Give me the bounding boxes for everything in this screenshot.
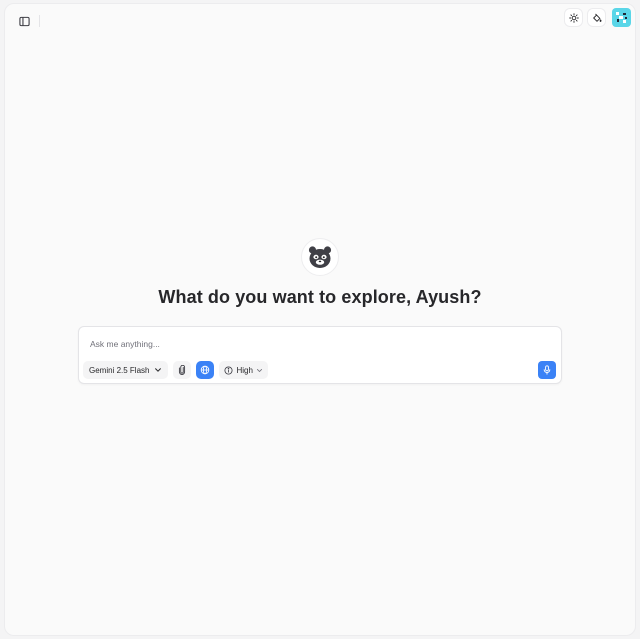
reasoning-effort-selector[interactable]: High	[219, 361, 268, 379]
app-logo	[301, 238, 339, 276]
avatar-pattern-icon	[616, 12, 627, 23]
composer-controls: Gemini 2.5 Flash High	[83, 361, 268, 379]
voice-input-button[interactable]	[538, 361, 556, 379]
reasoning-label: High	[236, 365, 253, 375]
page-title: What do you want to explore, Ayush?	[158, 287, 482, 307]
attach-button[interactable]	[173, 361, 192, 379]
mic-icon	[543, 365, 551, 375]
info-icon	[224, 365, 233, 375]
chevron-down-icon	[155, 368, 162, 372]
chat-composer: Gemini 2.5 Flash High	[78, 326, 562, 384]
sun-icon	[568, 12, 579, 23]
web-search-button[interactable]	[196, 361, 215, 379]
chat-input[interactable]	[90, 337, 530, 351]
avatar[interactable]	[612, 8, 631, 27]
sidebar-panel-icon	[18, 16, 30, 26]
globe-icon	[201, 365, 210, 375]
chevron-down-icon	[256, 368, 262, 372]
top-bar-left	[13, 10, 40, 32]
model-selector[interactable]: Gemini 2.5 Flash	[83, 361, 169, 379]
paperclip-icon	[179, 365, 186, 375]
paint-bucket-icon	[592, 13, 602, 22]
sidebar-toggle-button[interactable]	[13, 10, 35, 32]
model-label: Gemini 2.5 Flash	[89, 365, 150, 375]
app-frame	[4, 3, 636, 636]
theme-toggle-button[interactable]	[564, 8, 583, 27]
bear-logo-icon	[308, 246, 332, 268]
customize-button[interactable]	[587, 8, 606, 27]
top-bar-right	[564, 8, 631, 27]
divider	[39, 15, 40, 27]
